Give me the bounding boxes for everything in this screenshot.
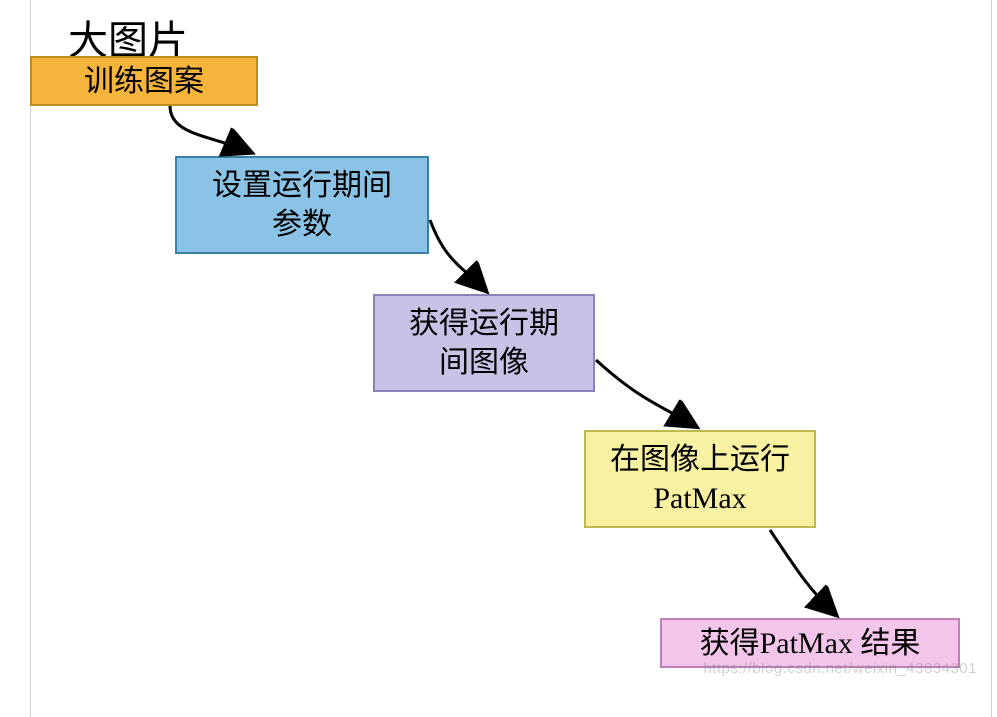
arrow-1-to-2 xyxy=(0,0,997,717)
watermark-text: https://blog.csdn.net/weixin_43834301 xyxy=(703,660,977,677)
